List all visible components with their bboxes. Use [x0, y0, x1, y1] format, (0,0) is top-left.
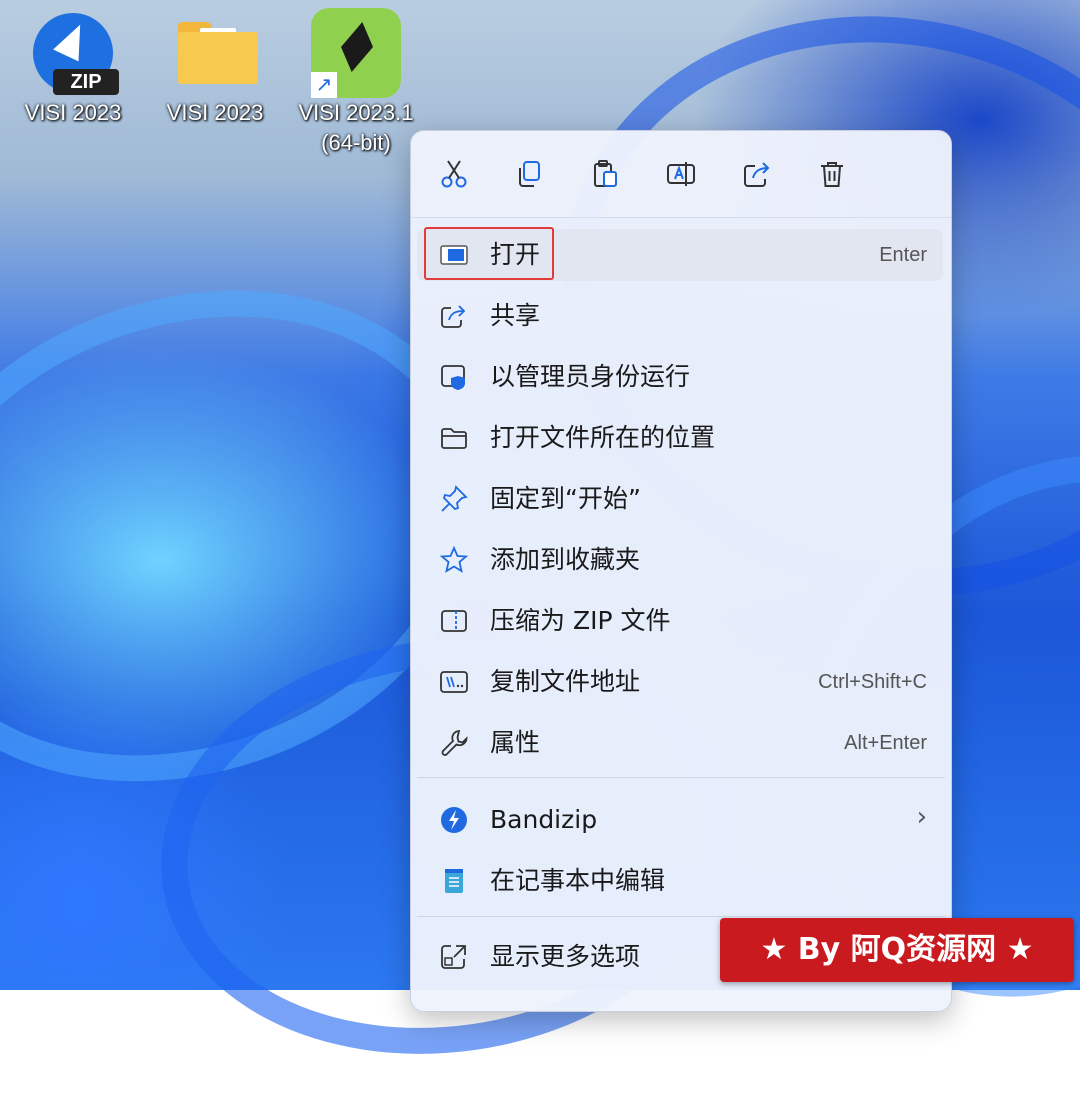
menu-item-run-as-admin[interactable]: 以管理员身份运行: [417, 351, 943, 403]
menu-item-compress-zip[interactable]: 压缩为 ZIP 文件: [417, 595, 943, 647]
desktop-icon-visi-folder[interactable]: VISI 2023: [150, 8, 280, 128]
menu-item-add-to-favorites[interactable]: 添加到收藏夹: [417, 534, 943, 586]
zip-folder-icon: [439, 606, 469, 636]
menu-item-shortcut: Alt+Enter: [844, 732, 927, 754]
menu-item-pin-to-start[interactable]: 固定到“开始”: [417, 473, 943, 525]
notepad-icon: [439, 866, 469, 896]
menu-item-label: 属性: [490, 728, 541, 757]
highlight-annotation-box: [424, 227, 554, 280]
bandizip-zip-icon: ZIP: [28, 8, 119, 98]
menu-item-label: 复制文件地址: [490, 667, 641, 696]
menu-item-label: 压缩为 ZIP 文件: [490, 606, 671, 635]
context-menu-toolbar: [411, 131, 951, 218]
menu-item-label: 打开文件所在的位置: [490, 423, 716, 452]
menu-item-label: 共享: [490, 301, 541, 330]
more-options-icon: [439, 942, 469, 972]
visi-app-shortcut-icon: ↗: [311, 8, 401, 98]
menu-item-copy-file-path[interactable]: 复制文件地址 Ctrl+Shift+C: [417, 656, 943, 708]
bandizip-icon: [439, 805, 469, 835]
copy-path-icon: [439, 667, 469, 697]
folder-icon: [170, 8, 260, 98]
menu-item-label: 以管理员身份运行: [490, 362, 691, 391]
menu-item-label: 在记事本中编辑: [490, 866, 666, 895]
menu-item-open-file-location[interactable]: 打开文件所在的位置: [417, 412, 943, 464]
menu-separator: [417, 916, 945, 917]
menu-item-shortcut: Ctrl+Shift+C: [818, 671, 927, 693]
chevron-right-icon: ›: [916, 802, 927, 832]
share-icon: [439, 301, 469, 331]
menu-separator: [417, 777, 945, 778]
wrench-icon: [439, 728, 469, 758]
paste-icon[interactable]: [584, 153, 626, 195]
rename-icon[interactable]: [660, 153, 702, 195]
menu-item-label: 添加到收藏夹: [490, 545, 641, 574]
copy-icon[interactable]: [508, 153, 550, 195]
menu-item-properties[interactable]: 属性 Alt+Enter: [417, 717, 943, 769]
pin-icon: [439, 484, 469, 514]
menu-item-label: 固定到“开始”: [490, 484, 641, 513]
cut-icon[interactable]: [433, 153, 475, 195]
desktop-icon-visi-app[interactable]: ↗ VISI 2023.1 (64-bit): [291, 8, 421, 158]
watermark-banner: ★ By 阿Q资源网 ★: [720, 918, 1074, 982]
folder-open-icon: [439, 423, 469, 453]
context-menu: 打开 Enter 共享 以管理员身份运行 打开文件所在的位置 固定到“开始” 添…: [410, 130, 952, 1012]
menu-item-label: Bandizip: [490, 805, 598, 834]
star-icon: [439, 545, 469, 575]
desktop-icon-label: VISI 2023: [24, 100, 122, 125]
menu-item-share[interactable]: 共享: [417, 290, 943, 342]
menu-item-bandizip[interactable]: Bandizip ›: [417, 794, 943, 846]
desktop-icon-visi-zip[interactable]: ZIP VISI 2023: [8, 8, 138, 128]
desktop-icon-label: VISI 2023: [166, 100, 264, 125]
admin-shield-icon: [439, 362, 469, 392]
share-icon[interactable]: [736, 153, 778, 195]
delete-icon[interactable]: [811, 153, 853, 195]
menu-item-edit-in-notepad[interactable]: 在记事本中编辑: [417, 855, 943, 907]
menu-item-shortcut: Enter: [879, 244, 927, 266]
desktop-icon-label: VISI 2023.1 (64-bit): [298, 100, 414, 155]
menu-item-label: 显示更多选项: [490, 942, 641, 971]
